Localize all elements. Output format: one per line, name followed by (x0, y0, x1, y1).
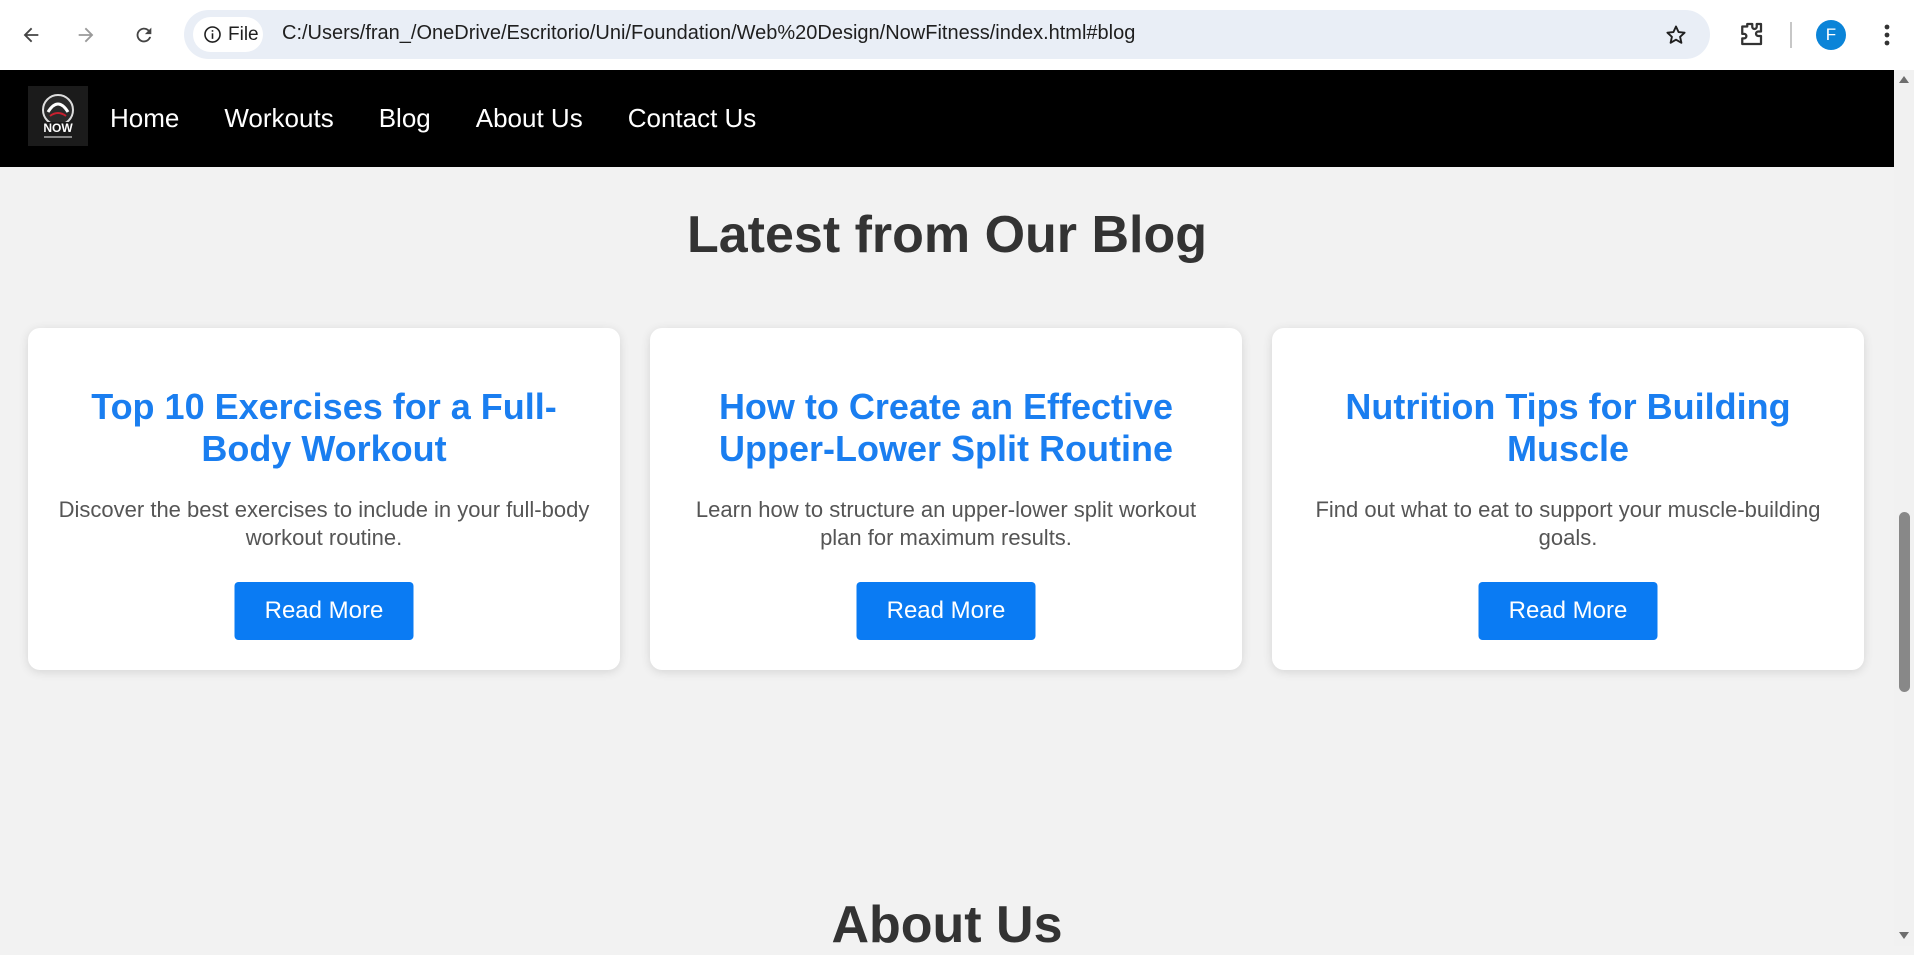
site-info-button[interactable]: File (193, 17, 263, 52)
profile-avatar[interactable]: F (1816, 20, 1846, 50)
url-text[interactable]: C:/Users/fran_/OneDrive/Escritorio/Uni/F… (282, 22, 1135, 45)
read-more-button[interactable]: Read More (234, 582, 414, 640)
main-nav: Home Workouts Blog About Us Contact Us (110, 70, 756, 167)
nav-about-us[interactable]: About Us (476, 103, 583, 134)
blog-post-title[interactable]: How to Create an Effective Upper-Lower S… (676, 386, 1216, 470)
nav-workouts[interactable]: Workouts (224, 103, 333, 134)
nav-home[interactable]: Home (110, 103, 179, 134)
read-more-button[interactable]: Read More (856, 582, 1036, 640)
site-logo[interactable]: NOW (28, 86, 88, 146)
scroll-down-arrow-icon[interactable] (1899, 932, 1909, 939)
info-icon (204, 26, 221, 43)
back-icon (23, 27, 39, 43)
read-more-button[interactable]: Read More (1478, 582, 1658, 640)
blog-post-title[interactable]: Nutrition Tips for Building Muscle (1298, 386, 1838, 470)
logo-text: NOW (43, 121, 73, 135)
blog-post-title[interactable]: Top 10 Exercises for a Full-Body Workout (54, 386, 594, 470)
blog-post-excerpt: Discover the best exercises to include i… (58, 497, 590, 550)
toolbar-divider (1790, 22, 1792, 48)
nav-contact-us[interactable]: Contact Us (628, 103, 757, 134)
extensions-icon[interactable] (1736, 19, 1766, 49)
blog-card: Top 10 Exercises for a Full-Body Workout… (28, 328, 620, 670)
forward-button[interactable] (68, 17, 104, 53)
blog-card: How to Create an Effective Upper-Lower S… (650, 328, 1242, 670)
nav-blog[interactable]: Blog (379, 103, 431, 134)
blog-post-excerpt: Find out what to eat to support your mus… (1315, 497, 1821, 550)
reload-button[interactable] (126, 17, 162, 53)
blog-card: Nutrition Tips for Building Muscle Find … (1272, 328, 1864, 670)
scroll-up-arrow-icon[interactable] (1899, 76, 1909, 83)
browser-toolbar: File C:/Users/fran_/OneDrive/Escritorio/… (0, 0, 1914, 70)
blog-post-excerpt: Learn how to structure an upper-lower sp… (695, 497, 1197, 550)
blog-section-title: Latest from Our Blog (686, 206, 1208, 264)
reload-icon (136, 27, 152, 43)
about-section-title: About Us (831, 896, 1063, 954)
site-header: NOW Home Workouts Blog About Us Contact … (0, 70, 1894, 167)
menu-icon[interactable] (1876, 20, 1898, 50)
star-icon (1666, 25, 1686, 44)
back-button[interactable] (13, 17, 49, 53)
page-scrollbar[interactable] (1894, 70, 1914, 946)
bookmark-button[interactable] (1662, 21, 1690, 49)
logo-icon: NOW (38, 94, 78, 138)
scrollbar-thumb[interactable] (1899, 512, 1910, 692)
address-bar[interactable]: File C:/Users/fran_/OneDrive/Escritorio/… (184, 10, 1710, 59)
site-info-label: File (228, 23, 259, 45)
forward-icon (78, 27, 94, 43)
